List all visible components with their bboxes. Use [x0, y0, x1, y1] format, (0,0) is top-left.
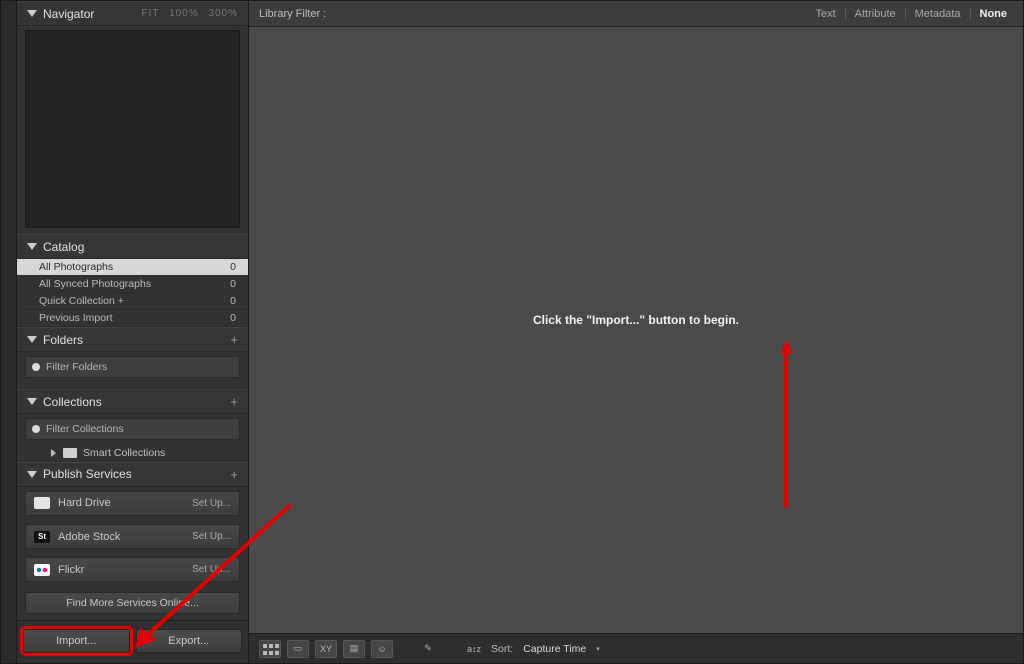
import-hint-text: Click the "Import..." button to begin.	[533, 313, 739, 327]
painter-tool-icon[interactable]: ✎	[417, 640, 439, 658]
publish-service-setup[interactable]: Set Up...	[192, 498, 231, 509]
main-content: Click the "Import..." button to begin.	[249, 27, 1023, 633]
adobe-stock-icon: St	[34, 531, 50, 543]
bottom-toolbar: ▭ XY ▤ ☺ ✎ a↕z Sort: Capture Time ▾	[249, 633, 1023, 663]
catalog-row-count: 0	[230, 261, 236, 273]
catalog-row-label: All Photographs	[39, 261, 113, 273]
catalog-row-count: 0	[230, 278, 236, 290]
import-button[interactable]: Import...	[23, 629, 130, 653]
filter-text[interactable]: Text	[815, 8, 835, 20]
navigator-panel-header[interactable]: Navigator FIT 100% 300%	[17, 1, 248, 26]
catalog-row-count: 0	[230, 295, 236, 307]
filter-folders-placeholder: Filter Folders	[46, 361, 107, 373]
flickr-icon	[34, 564, 50, 576]
chevron-down-icon	[27, 398, 37, 405]
sort-label: Sort:	[491, 643, 513, 655]
find-more-services-button[interactable]: Find More Services Online...	[25, 592, 240, 614]
loupe-view-icon[interactable]: ▭	[287, 640, 309, 658]
catalog-row-all-photographs[interactable]: All Photographs 0	[17, 259, 248, 276]
filter-none[interactable]: None	[980, 8, 1008, 20]
navigator-zoom-options[interactable]: FIT 100% 300%	[135, 8, 238, 19]
chevron-down-icon	[27, 10, 37, 17]
zoom-300[interactable]: 300%	[208, 8, 238, 19]
chevron-down-icon	[27, 243, 37, 250]
navigator-title: Navigator	[43, 7, 135, 21]
zoom-100[interactable]: 100%	[169, 8, 199, 19]
add-collection-icon[interactable]: +	[230, 394, 238, 409]
compare-view-icon[interactable]: XY	[315, 640, 337, 658]
catalog-row-quick-collection[interactable]: Quick Collection + 0	[17, 293, 248, 310]
catalog-title: Catalog	[43, 240, 238, 254]
navigator-preview[interactable]	[25, 30, 240, 228]
zoom-fit[interactable]: FIT	[141, 8, 159, 19]
filter-attribute[interactable]: Attribute	[855, 8, 896, 20]
people-view-icon[interactable]: ☺	[371, 640, 393, 658]
chevron-down-icon	[27, 471, 37, 478]
publish-service-setup[interactable]: Set Up...	[192, 564, 231, 575]
collections-title: Collections	[43, 395, 230, 409]
filter-folders-input[interactable]: Filter Folders	[25, 356, 240, 378]
chevron-right-icon	[51, 449, 56, 457]
sidebar: Navigator FIT 100% 300% Catalog All Phot…	[17, 1, 249, 663]
sidebar-bottom-buttons: Import... Export...	[17, 620, 248, 663]
publish-service-flickr[interactable]: Flickr Set Up...	[25, 557, 240, 582]
filter-metadata[interactable]: Metadata	[915, 8, 961, 20]
folders-title: Folders	[43, 333, 230, 347]
collections-panel-header[interactable]: Collections +	[17, 389, 248, 414]
main-area: Library Filter : Text Attribute Metadata…	[249, 1, 1023, 663]
hard-drive-icon	[34, 497, 50, 509]
catalog-row-previous-import[interactable]: Previous Import 0	[17, 310, 248, 327]
catalog-panel-header[interactable]: Catalog	[17, 234, 248, 259]
publish-service-label: Adobe Stock	[58, 531, 192, 543]
survey-view-icon[interactable]: ▤	[343, 640, 365, 658]
add-publish-service-icon[interactable]: +	[230, 467, 238, 482]
search-icon	[32, 425, 40, 433]
export-button[interactable]: Export...	[136, 629, 243, 653]
sort-direction-icon[interactable]: a↕z	[463, 640, 485, 658]
collection-set-icon	[63, 448, 77, 458]
catalog-row-synced[interactable]: All Synced Photographs 0	[17, 276, 248, 293]
publish-service-setup[interactable]: Set Up...	[192, 531, 231, 542]
smart-collections-label: Smart Collections	[83, 447, 165, 459]
catalog-list: All Photographs 0 All Synced Photographs…	[17, 259, 248, 327]
catalog-row-label: Previous Import	[39, 312, 113, 324]
chevron-down-icon: ▾	[596, 645, 600, 653]
publish-service-label: Flickr	[58, 564, 192, 576]
filter-collections-input[interactable]: Filter Collections	[25, 418, 240, 440]
catalog-row-label: All Synced Photographs	[39, 278, 151, 290]
export-button-label: Export...	[168, 635, 209, 647]
smart-collections-row[interactable]: Smart Collections	[17, 444, 248, 462]
search-icon	[32, 363, 40, 371]
filter-collections-placeholder: Filter Collections	[46, 423, 124, 435]
left-edge	[1, 1, 17, 663]
publish-panel-header[interactable]: Publish Services +	[17, 462, 248, 487]
library-filter-bar: Library Filter : Text Attribute Metadata…	[249, 1, 1023, 27]
import-button-label: Import...	[56, 635, 96, 647]
publish-service-label: Hard Drive	[58, 497, 192, 509]
catalog-row-count: 0	[230, 312, 236, 324]
sort-value[interactable]: Capture Time	[523, 643, 586, 655]
folders-panel-header[interactable]: Folders +	[17, 327, 248, 352]
publish-service-adobe-stock[interactable]: St Adobe Stock Set Up...	[25, 524, 240, 549]
library-filter-title: Library Filter :	[259, 8, 809, 20]
chevron-down-icon	[27, 336, 37, 343]
catalog-row-label: Quick Collection +	[39, 295, 124, 307]
publish-service-hard-drive[interactable]: Hard Drive Set Up...	[25, 491, 240, 516]
find-more-label: Find More Services Online...	[66, 597, 198, 609]
add-folder-icon[interactable]: +	[230, 332, 238, 347]
publish-title: Publish Services	[43, 467, 230, 481]
grid-view-icon[interactable]	[259, 640, 281, 658]
